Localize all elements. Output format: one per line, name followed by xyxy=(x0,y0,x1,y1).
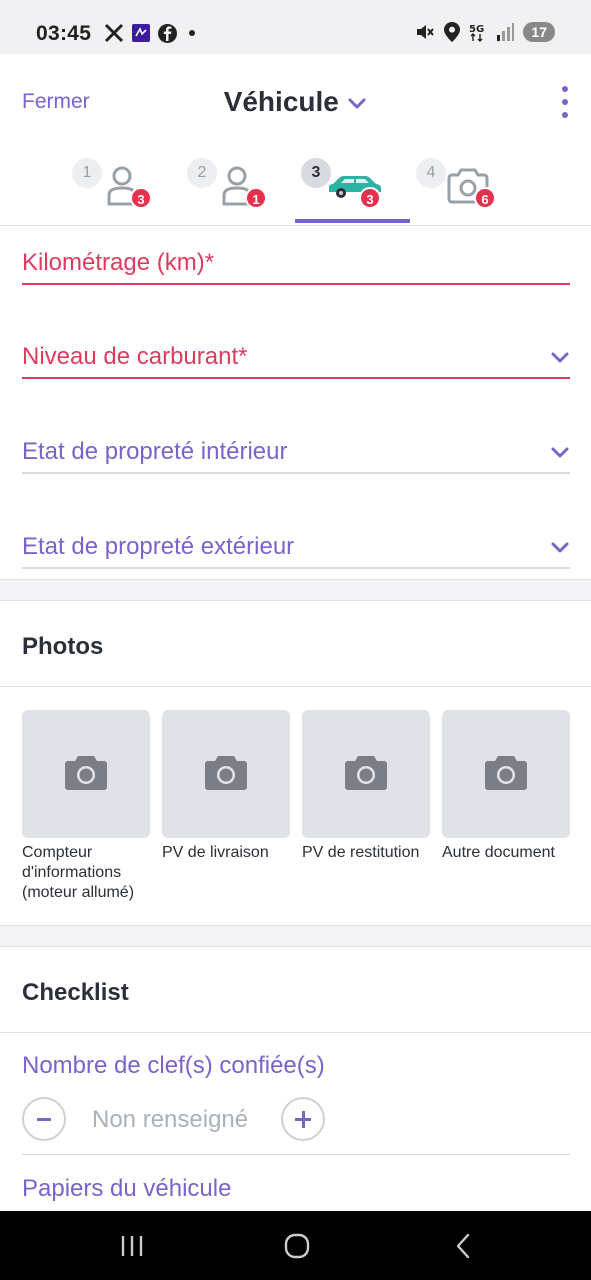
top-bar: Fermer Véhicule xyxy=(0,54,591,150)
dot-icon xyxy=(189,30,195,36)
photo-placeholder[interactable] xyxy=(442,710,570,838)
interior-cleanliness-label: Etat de propreté intérieur xyxy=(22,438,288,465)
step-tab-1[interactable]: 1 3 xyxy=(66,150,181,226)
photo-slot-odometer[interactable]: Compteur d'informations (moteur allumé) xyxy=(22,710,150,903)
svg-text:5G: 5G xyxy=(469,24,484,35)
chevron-down-icon xyxy=(551,542,569,553)
divider xyxy=(22,1154,570,1155)
status-right-icons: 5G 17 xyxy=(415,22,555,42)
step-badge: 3 xyxy=(130,187,152,209)
fuel-level-select[interactable]: Niveau de carburant* xyxy=(22,337,570,379)
field-underline xyxy=(22,377,570,379)
more-options-icon[interactable] xyxy=(559,86,571,118)
photos-section-header: Photos xyxy=(0,601,591,687)
field-underline xyxy=(22,283,570,285)
system-navigation-bar xyxy=(0,1211,591,1280)
step-tab-2[interactable]: 2 1 xyxy=(181,150,296,226)
field-underline xyxy=(22,472,570,474)
app-notification-icon xyxy=(132,24,150,42)
photo-placeholder[interactable] xyxy=(302,710,430,838)
photo-label: Compteur d'informations (moteur allumé) xyxy=(22,844,135,901)
mileage-label: Kilométrage (km)* xyxy=(22,249,215,276)
step-tabs: 1 3 2 1 3 3 4 6 xyxy=(0,150,591,226)
camera-icon xyxy=(205,756,247,790)
checklist-section-header: Checklist xyxy=(0,947,591,1033)
keys-count-value: Non renseigné xyxy=(92,1106,249,1133)
5g-icon: 5G xyxy=(469,24,485,42)
photo-slot-return-report[interactable]: PV de restitution xyxy=(302,710,430,863)
step-badge: 1 xyxy=(245,187,267,209)
chevron-down-icon xyxy=(348,98,366,109)
chevron-down-icon xyxy=(551,352,569,363)
signal-icon xyxy=(497,23,515,41)
status-left-icons xyxy=(104,23,199,43)
step-tab-3[interactable]: 3 3 xyxy=(295,150,410,226)
field-underline xyxy=(22,567,570,569)
exterior-cleanliness-select[interactable]: Etat de propreté extérieur xyxy=(22,527,570,569)
x-logo-icon xyxy=(104,23,124,43)
increment-button[interactable] xyxy=(281,1097,325,1141)
status-time: 03:45 xyxy=(36,22,92,45)
keys-count-label: Nombre de clef(s) confiée(s) xyxy=(22,1052,325,1079)
mute-icon xyxy=(417,25,435,39)
step-badge: 6 xyxy=(474,187,496,209)
photo-placeholder[interactable] xyxy=(22,710,150,838)
photo-label: PV de livraison xyxy=(162,844,269,861)
fuel-level-label: Niveau de carburant* xyxy=(22,343,248,370)
location-icon xyxy=(444,22,461,42)
camera-icon xyxy=(65,756,107,790)
home-icon[interactable] xyxy=(284,1233,310,1259)
photo-slot-other-document[interactable]: Autre document xyxy=(442,710,570,863)
facebook-icon xyxy=(158,23,177,43)
chevron-down-icon xyxy=(551,447,569,458)
photo-label: PV de restitution xyxy=(302,844,420,861)
interior-cleanliness-select[interactable]: Etat de propreté intérieur xyxy=(22,432,570,474)
camera-icon xyxy=(485,756,527,790)
status-bar: 03:45 5G 17 xyxy=(0,0,591,54)
checklist-title: Checklist xyxy=(22,979,129,1006)
step-tab-4[interactable]: 4 6 xyxy=(410,150,525,226)
mileage-field[interactable]: Kilométrage (km)* xyxy=(22,243,570,285)
section-separator xyxy=(0,579,591,601)
step-number: 1 xyxy=(72,158,102,188)
step-number: 2 xyxy=(187,158,217,188)
recent-apps-icon[interactable] xyxy=(119,1233,145,1259)
photo-slot-delivery-report[interactable]: PV de livraison xyxy=(162,710,290,863)
decrement-button[interactable] xyxy=(22,1097,66,1141)
camera-icon xyxy=(345,756,387,790)
title-selector[interactable]: Véhicule xyxy=(0,86,591,118)
step-badge: 3 xyxy=(359,187,381,209)
vehicle-papers-label: Papiers du véhicule xyxy=(22,1175,232,1202)
back-icon[interactable] xyxy=(452,1233,474,1259)
page-title: Véhicule xyxy=(223,86,339,117)
active-step-indicator xyxy=(295,219,410,223)
photos-title: Photos xyxy=(22,633,104,660)
photo-placeholder[interactable] xyxy=(162,710,290,838)
section-separator xyxy=(0,925,591,947)
photo-label: Autre document xyxy=(442,844,555,861)
step-number: 4 xyxy=(416,158,446,188)
exterior-cleanliness-label: Etat de propreté extérieur xyxy=(22,533,295,560)
battery-indicator: 17 xyxy=(523,22,555,42)
